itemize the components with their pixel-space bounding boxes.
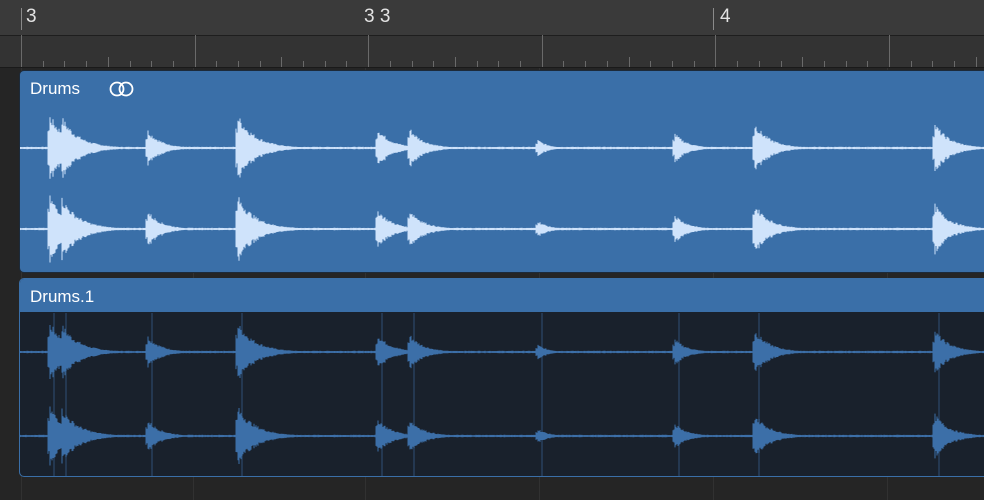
subdivision-tick bbox=[607, 61, 608, 67]
subdivision-tick bbox=[585, 61, 586, 67]
subdivision-tick bbox=[976, 57, 977, 67]
subdivision-tick bbox=[889, 35, 890, 67]
subdivision-tick bbox=[368, 35, 369, 67]
link-icon[interactable] bbox=[108, 80, 136, 98]
subdivision-tick bbox=[846, 61, 847, 67]
bar-tick bbox=[21, 8, 22, 30]
waveform-channel bbox=[20, 325, 984, 379]
subdivision-tick bbox=[303, 61, 304, 67]
subdivision-tick bbox=[911, 61, 912, 67]
bar-label-3: 3 bbox=[26, 6, 37, 27]
subdivision-tick bbox=[802, 57, 803, 67]
subdivision-tick bbox=[781, 61, 782, 67]
subdivision-tick bbox=[694, 61, 695, 67]
subdivision-tick bbox=[346, 61, 347, 67]
subdivision-tick bbox=[954, 61, 955, 67]
subdivision-tick bbox=[824, 61, 825, 67]
bar-label-4: 4 bbox=[720, 6, 731, 27]
region-name[interactable]: Drums bbox=[30, 79, 80, 99]
subdivision-tick bbox=[520, 61, 521, 67]
subdivision-tick bbox=[260, 61, 261, 67]
subdivision-tick bbox=[455, 57, 456, 67]
subdivision-tick bbox=[737, 61, 738, 67]
subdivision-tick bbox=[151, 61, 152, 67]
subdivision-tick bbox=[86, 61, 87, 67]
subdivision-tick bbox=[672, 61, 673, 67]
subdivision-tick bbox=[216, 61, 217, 67]
waveform-channel bbox=[20, 406, 984, 466]
subdivision-tick bbox=[715, 35, 716, 67]
subdivision-tick bbox=[238, 61, 239, 67]
waveform-channel bbox=[20, 117, 984, 179]
waveform-drums bbox=[20, 117, 984, 263]
subdivision-tick bbox=[64, 61, 65, 67]
waveform-channel bbox=[20, 195, 984, 263]
subdivision-tick bbox=[433, 61, 434, 67]
subdivision-tick bbox=[759, 61, 760, 67]
subdivision-tick bbox=[477, 61, 478, 67]
subdivision-tick bbox=[412, 61, 413, 67]
bar-ruler[interactable]: 3 3 3 4 bbox=[0, 0, 984, 36]
subdivision-tick bbox=[542, 35, 543, 67]
subdivision-tick bbox=[867, 61, 868, 67]
beat-subdivision-ruler[interactable] bbox=[0, 35, 984, 68]
subdivision-tick bbox=[390, 61, 391, 67]
subdivision-tick bbox=[281, 57, 282, 67]
subdivision-tick bbox=[650, 61, 651, 67]
subdivision-tick bbox=[498, 61, 499, 67]
subdivision-tick bbox=[43, 61, 44, 67]
audio-region-drums[interactable]: Drums bbox=[19, 70, 984, 273]
subdivision-tick bbox=[130, 61, 131, 67]
waveform-drums-1 bbox=[20, 313, 984, 476]
subdivision-tick bbox=[173, 61, 174, 67]
bar-tick bbox=[713, 8, 714, 30]
subdivision-tick bbox=[108, 57, 109, 67]
beat-label-3-3: 3 3 bbox=[364, 6, 391, 27]
subdivision-tick bbox=[325, 61, 326, 67]
subdivision-tick bbox=[932, 61, 933, 67]
subdivision-tick bbox=[629, 57, 630, 67]
subdivision-tick bbox=[21, 35, 22, 67]
subdivision-tick bbox=[563, 61, 564, 67]
audio-region-drums-1[interactable]: Drums.1 bbox=[19, 278, 984, 477]
subdivision-tick bbox=[195, 35, 196, 67]
